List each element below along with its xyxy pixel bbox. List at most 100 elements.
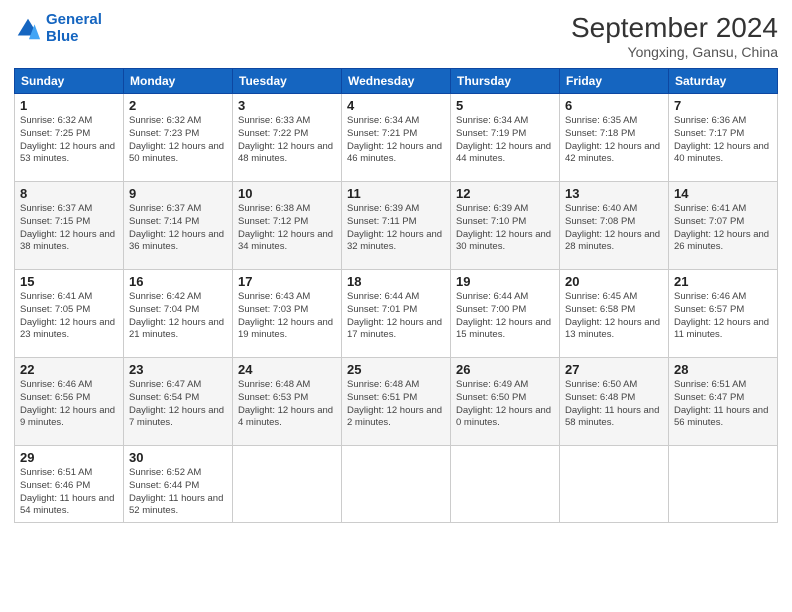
day-info: Sunrise: 6:51 AMSunset: 6:46 PMDaylight:… [20, 467, 118, 518]
calendar-cell: 17 Sunrise: 6:43 AMSunset: 7:03 PMDayligh… [233, 270, 342, 358]
weekday-header: Thursday [451, 69, 560, 94]
calendar-cell: 23 Sunrise: 6:47 AMSunset: 6:54 PMDayligh… [124, 358, 233, 446]
calendar-week-row: 1 Sunrise: 6:32 AMSunset: 7:25 PMDaylight… [15, 94, 778, 182]
day-info: Sunrise: 6:35 AMSunset: 7:18 PMDaylight:… [565, 115, 663, 166]
calendar-cell [233, 446, 342, 523]
day-number: 17 [238, 274, 336, 289]
calendar-cell: 28 Sunrise: 6:51 AMSunset: 6:47 PMDayligh… [669, 358, 778, 446]
calendar-cell: 15 Sunrise: 6:41 AMSunset: 7:05 PMDayligh… [15, 270, 124, 358]
calendar-cell [560, 446, 669, 523]
calendar-cell [451, 446, 560, 523]
calendar-week-row: 15 Sunrise: 6:41 AMSunset: 7:05 PMDayligh… [15, 270, 778, 358]
day-number: 5 [456, 98, 554, 113]
calendar-week-row: 29Sunrise: 6:51 AMSunset: 6:46 PMDayligh… [15, 446, 778, 523]
calendar-cell [669, 446, 778, 523]
calendar-cell: 26Sunrise: 6:49 AMSunset: 6:50 PMDayligh… [451, 358, 560, 446]
day-number: 11 [347, 186, 445, 201]
day-info: Sunrise: 6:34 AMSunset: 7:21 PMDaylight:… [347, 115, 445, 166]
day-number: 1 [20, 98, 118, 113]
day-info: Sunrise: 6:49 AMSunset: 6:50 PMDaylight:… [456, 379, 554, 430]
day-number: 27 [565, 362, 663, 377]
day-info: Sunrise: 6:52 AMSunset: 6:44 PMDaylight:… [129, 467, 227, 518]
day-info: Sunrise: 6:36 AMSunset: 7:17 PMDaylight:… [674, 115, 772, 166]
calendar-cell: 11 Sunrise: 6:39 AMSunset: 7:11 PMDayligh… [342, 182, 451, 270]
logo-icon [14, 15, 42, 43]
calendar-cell: 25Sunrise: 6:48 AMSunset: 6:51 PMDayligh… [342, 358, 451, 446]
calendar-cell: 10Sunrise: 6:38 AMSunset: 7:12 PMDayligh… [233, 182, 342, 270]
day-info: Sunrise: 6:32 AMSunset: 7:25 PMDaylight:… [20, 115, 118, 166]
calendar-cell: 29Sunrise: 6:51 AMSunset: 6:46 PMDayligh… [15, 446, 124, 523]
day-info: Sunrise: 6:39 AMSunset: 7:10 PMDaylight:… [456, 203, 554, 254]
day-number: 6 [565, 98, 663, 113]
day-number: 30 [129, 450, 227, 465]
day-number: 25 [347, 362, 445, 377]
day-info: Sunrise: 6:37 AMSunset: 7:14 PMDaylight:… [129, 203, 227, 254]
day-info: Sunrise: 6:34 AMSunset: 7:19 PMDaylight:… [456, 115, 554, 166]
day-number: 4 [347, 98, 445, 113]
calendar-cell: 30 Sunrise: 6:52 AMSunset: 6:44 PMDayligh… [124, 446, 233, 523]
calendar-header-row: SundayMondayTuesdayWednesdayThursdayFrid… [15, 69, 778, 94]
calendar-cell: 18 Sunrise: 6:44 AMSunset: 7:01 PMDayligh… [342, 270, 451, 358]
day-number: 19 [456, 274, 554, 289]
day-info: Sunrise: 6:38 AMSunset: 7:12 PMDaylight:… [238, 203, 336, 254]
day-info: Sunrise: 6:41 AMSunset: 7:05 PMDaylight:… [20, 291, 118, 342]
day-info: Sunrise: 6:37 AMSunset: 7:15 PMDaylight:… [20, 203, 118, 254]
day-number: 12 [456, 186, 554, 201]
day-number: 22 [20, 362, 118, 377]
logo-text: General Blue [46, 12, 102, 45]
title-block: September 2024 Yongxing, Gansu, China [571, 12, 778, 60]
calendar-cell: 6 Sunrise: 6:35 AMSunset: 7:18 PMDaylight… [560, 94, 669, 182]
day-info: Sunrise: 6:48 AMSunset: 6:53 PMDaylight:… [238, 379, 336, 430]
weekday-header: Saturday [669, 69, 778, 94]
day-info: Sunrise: 6:44 AMSunset: 7:01 PMDaylight:… [347, 291, 445, 342]
month-title: September 2024 [571, 12, 778, 44]
day-info: Sunrise: 6:41 AMSunset: 7:07 PMDaylight:… [674, 203, 772, 254]
calendar-cell: 2Sunrise: 6:32 AMSunset: 7:23 PMDaylight… [124, 94, 233, 182]
day-number: 7 [674, 98, 772, 113]
day-info: Sunrise: 6:46 AMSunset: 6:57 PMDaylight:… [674, 291, 772, 342]
calendar-cell: 1 Sunrise: 6:32 AMSunset: 7:25 PMDaylight… [15, 94, 124, 182]
day-info: Sunrise: 6:50 AMSunset: 6:48 PMDaylight:… [565, 379, 663, 430]
page: General Blue September 2024 Yongxing, Ga… [0, 0, 792, 612]
day-number: 2 [129, 98, 227, 113]
day-info: Sunrise: 6:51 AMSunset: 6:47 PMDaylight:… [674, 379, 772, 430]
calendar-cell: 19 Sunrise: 6:44 AMSunset: 7:00 PMDayligh… [451, 270, 560, 358]
calendar-week-row: 8 Sunrise: 6:37 AMSunset: 7:15 PMDaylight… [15, 182, 778, 270]
day-number: 23 [129, 362, 227, 377]
day-number: 24 [238, 362, 336, 377]
day-info: Sunrise: 6:40 AMSunset: 7:08 PMDaylight:… [565, 203, 663, 254]
day-info: Sunrise: 6:47 AMSunset: 6:54 PMDaylight:… [129, 379, 227, 430]
calendar-cell: 5 Sunrise: 6:34 AMSunset: 7:19 PMDaylight… [451, 94, 560, 182]
calendar: SundayMondayTuesdayWednesdayThursdayFrid… [14, 68, 778, 523]
day-info: Sunrise: 6:45 AMSunset: 6:58 PMDaylight:… [565, 291, 663, 342]
day-number: 15 [20, 274, 118, 289]
weekday-header: Sunday [15, 69, 124, 94]
calendar-cell: 16Sunrise: 6:42 AMSunset: 7:04 PMDayligh… [124, 270, 233, 358]
calendar-cell [342, 446, 451, 523]
day-info: Sunrise: 6:39 AMSunset: 7:11 PMDaylight:… [347, 203, 445, 254]
location-subtitle: Yongxing, Gansu, China [571, 44, 778, 60]
day-info: Sunrise: 6:43 AMSunset: 7:03 PMDaylight:… [238, 291, 336, 342]
calendar-cell: 12 Sunrise: 6:39 AMSunset: 7:10 PMDayligh… [451, 182, 560, 270]
calendar-cell: 4 Sunrise: 6:34 AMSunset: 7:21 PMDaylight… [342, 94, 451, 182]
day-info: Sunrise: 6:33 AMSunset: 7:22 PMDaylight:… [238, 115, 336, 166]
calendar-cell: 3 Sunrise: 6:33 AMSunset: 7:22 PMDaylight… [233, 94, 342, 182]
calendar-cell: 9 Sunrise: 6:37 AMSunset: 7:14 PMDaylight… [124, 182, 233, 270]
calendar-cell: 22Sunrise: 6:46 AMSunset: 6:56 PMDayligh… [15, 358, 124, 446]
weekday-header: Friday [560, 69, 669, 94]
calendar-cell: 20 Sunrise: 6:45 AMSunset: 6:58 PMDayligh… [560, 270, 669, 358]
day-number: 8 [20, 186, 118, 201]
day-number: 14 [674, 186, 772, 201]
day-number: 3 [238, 98, 336, 113]
day-info: Sunrise: 6:42 AMSunset: 7:04 PMDaylight:… [129, 291, 227, 342]
calendar-cell: 14 Sunrise: 6:41 AMSunset: 7:07 PMDayligh… [669, 182, 778, 270]
day-number: 28 [674, 362, 772, 377]
day-number: 20 [565, 274, 663, 289]
logo: General Blue [14, 12, 102, 45]
header: General Blue September 2024 Yongxing, Ga… [14, 12, 778, 60]
day-number: 9 [129, 186, 227, 201]
day-number: 18 [347, 274, 445, 289]
day-info: Sunrise: 6:44 AMSunset: 7:00 PMDaylight:… [456, 291, 554, 342]
calendar-cell: 24 Sunrise: 6:48 AMSunset: 6:53 PMDayligh… [233, 358, 342, 446]
calendar-cell: 13Sunrise: 6:40 AMSunset: 7:08 PMDayligh… [560, 182, 669, 270]
